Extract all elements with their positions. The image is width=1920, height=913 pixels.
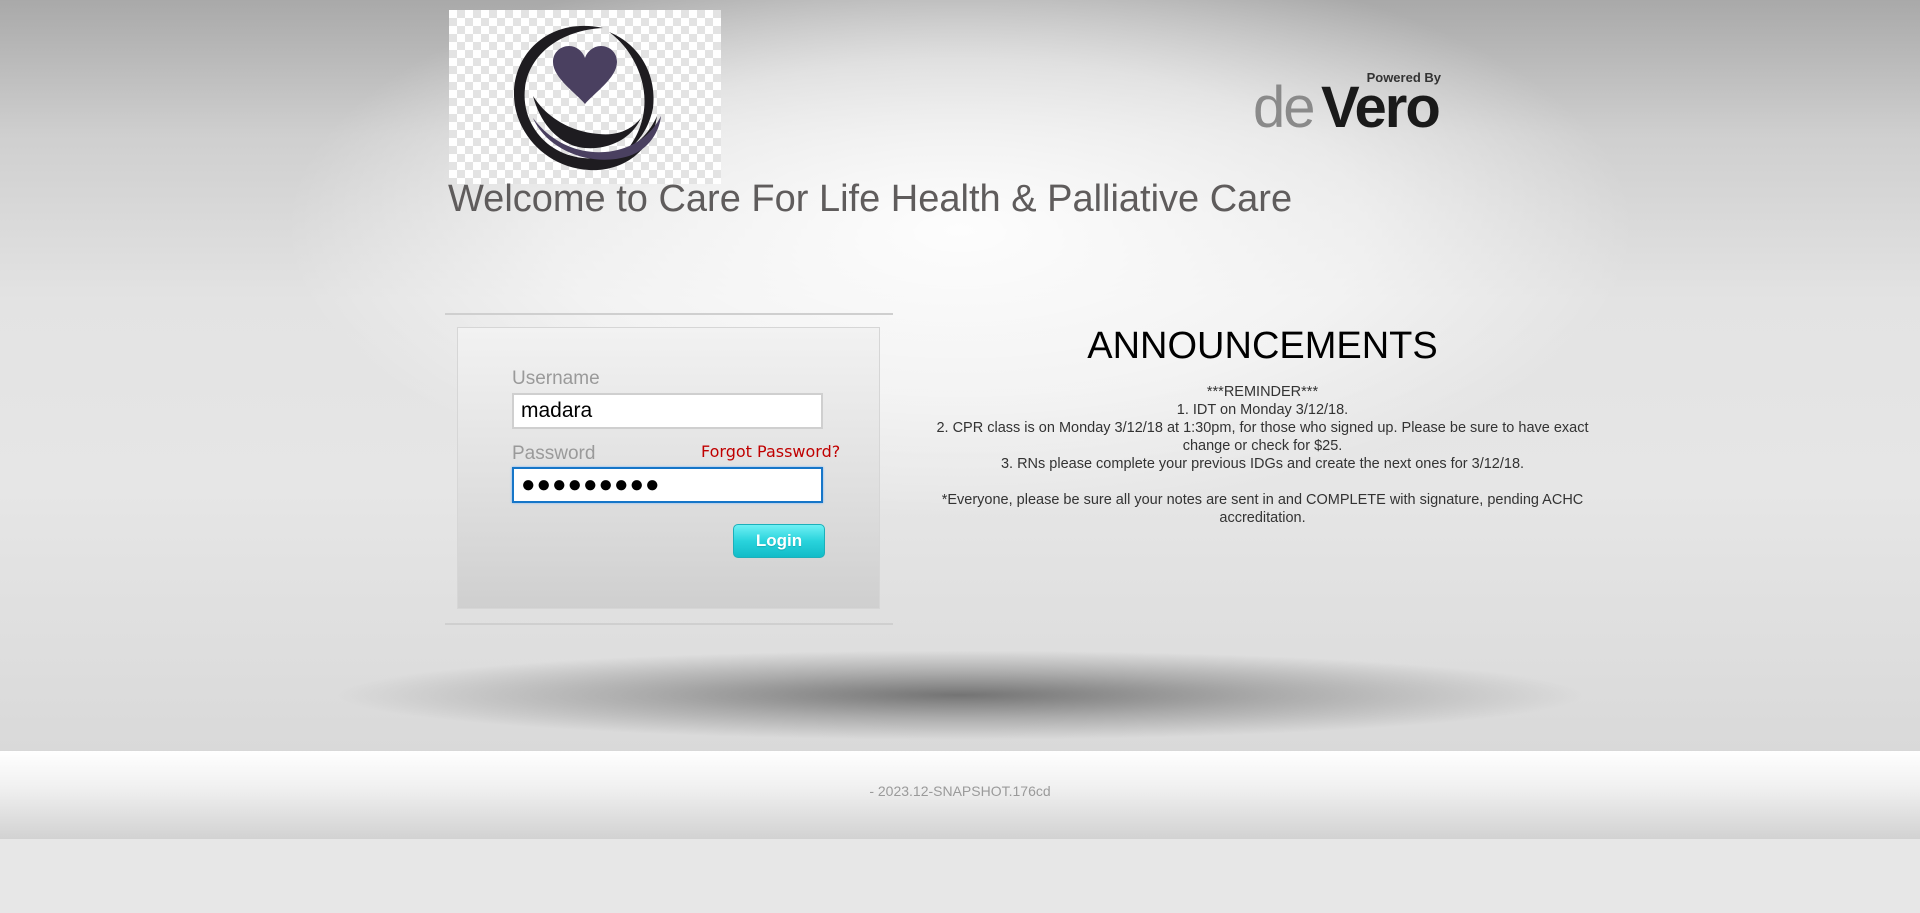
username-label: Username [512,368,600,389]
announcement-line: 1. IDT on Monday 3/12/18. [1176,402,1349,418]
password-label: Password [512,443,596,464]
page-background [0,0,1920,750]
announcements-title: ANNOUNCEMENTS [1087,325,1438,367]
username-input[interactable]: madara [512,393,823,429]
login-button[interactable]: Login [733,524,825,558]
announcement-line: 2. CPR class is on Monday 3/12/18 at 1:3… [936,420,1589,454]
brand-vero-text: Vero [1321,75,1441,140]
announcements-body: ***REMINDER*** 1. IDT on Monday 3/12/18.… [930,383,1595,527]
company-logo [449,10,721,184]
welcome-title: Welcome to Care For Life Health & Pallia… [448,178,1293,220]
brand-de-text: de [1253,75,1315,140]
login-shadow [330,650,1590,740]
devero-brand-logo: Powered By de Vero [1253,66,1453,140]
forgot-password-link[interactable]: Forgot Password? [701,442,840,461]
announcement-note: *Everyone, please be sure all your notes… [941,492,1584,526]
version-text: - 2023.12-SNAPSHOT.176cd [869,783,1051,799]
announcement-line: 3. RNs please complete your previous IDG… [1000,456,1525,472]
announcement-line: ***REMINDER*** [1206,384,1319,400]
heart-hands-logo-icon [513,25,661,171]
footer-bar: - 2023.12-SNAPSHOT.176cd [0,750,1920,839]
announcement-spacer [930,473,1595,491]
password-input[interactable]: ●●●●●●●●● [512,467,823,503]
